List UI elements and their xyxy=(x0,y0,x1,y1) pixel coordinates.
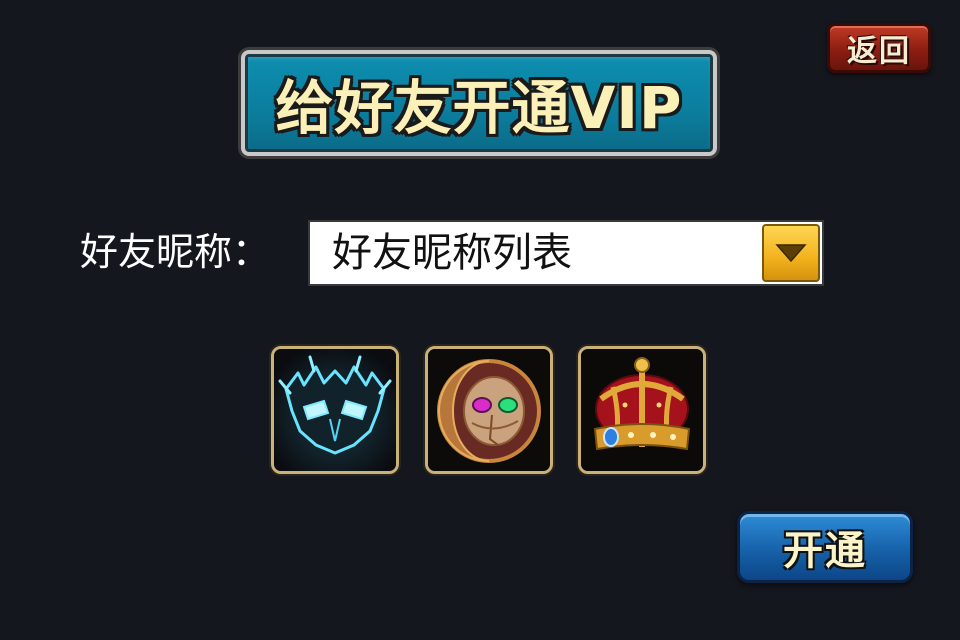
item-slot-ice-mask[interactable] xyxy=(271,346,399,474)
crown-icon xyxy=(581,349,703,471)
activate-button[interactable]: 开通 xyxy=(737,511,913,583)
item-slot-crown[interactable] xyxy=(578,346,706,474)
page-title: 给好友开通VIP xyxy=(275,74,683,142)
triangle-down-icon xyxy=(775,244,807,263)
crescent-mask-icon xyxy=(428,349,550,471)
title-banner: 给好友开通VIP xyxy=(241,50,717,156)
item-slot-crescent-mask[interactable] xyxy=(425,346,553,474)
dropdown-button[interactable] xyxy=(762,224,820,282)
nickname-select[interactable]: 好友昵称列表 xyxy=(308,220,824,286)
back-button[interactable]: 返回 xyxy=(827,23,931,73)
nickname-select-value: 好友昵称列表 xyxy=(332,230,572,276)
nickname-label: 好友昵称： xyxy=(80,230,271,274)
ice-mask-icon xyxy=(274,349,396,471)
